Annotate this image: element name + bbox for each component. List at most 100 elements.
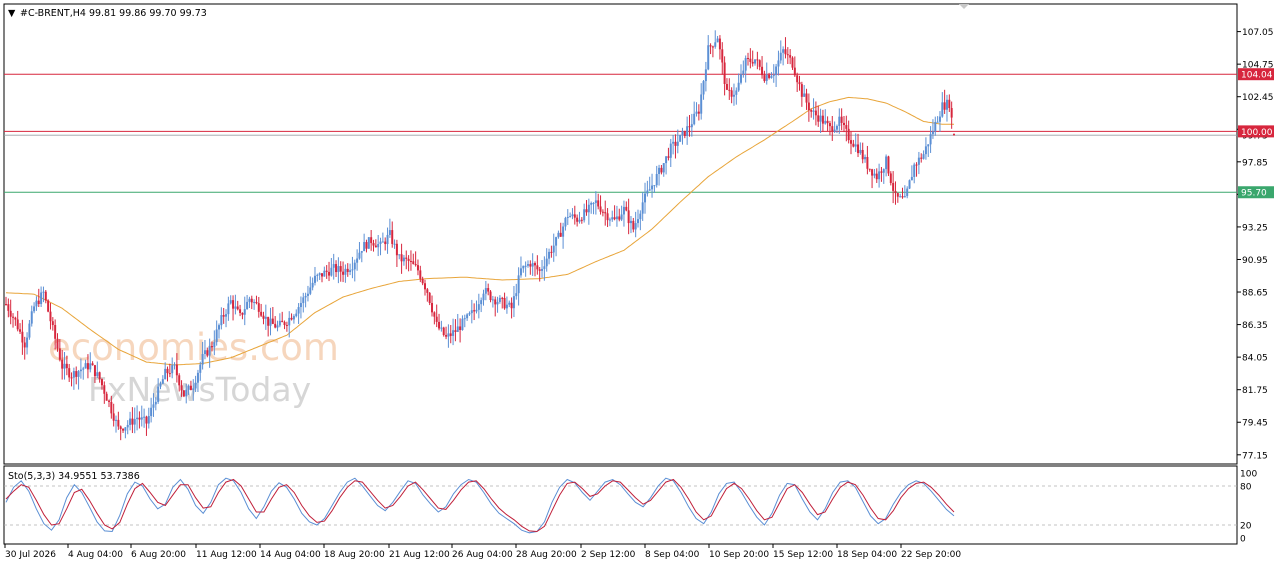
candle-body [646,190,649,194]
candle-body [51,321,54,326]
y-tick-label: 102.45 [1242,93,1274,103]
candle-body [234,306,237,309]
candle-body [573,214,576,218]
candle-body [475,309,478,312]
candle-body [222,315,225,317]
candle-body [28,323,31,338]
candle-body [534,263,537,266]
candle-body [910,176,913,181]
candle-body [894,190,897,194]
x-tick-label: 18 Sep 04:00 [837,550,897,560]
candle-body [674,141,677,146]
candle [887,155,890,176]
candle-body [842,122,845,126]
candle-body [622,206,625,215]
y-tick-label: 79.45 [1242,419,1268,429]
candle-body [569,216,572,218]
candle-body [105,393,108,401]
candle-body [103,385,106,394]
x-tick-label: 2 Sep 12:00 [581,550,636,560]
chart-header-arrow-icon[interactable]: ▼ [8,8,16,19]
candle-body [131,418,134,425]
candle-body [189,385,192,390]
candle-body [75,371,78,377]
candle-body [566,216,569,219]
candle-body [690,124,693,128]
candle-body [913,164,916,177]
candle-body [679,134,682,142]
x-tick-label: 6 Aug 20:00 [131,550,186,560]
candle-body [360,251,363,253]
candle-body [821,115,824,124]
candle-body [515,293,518,297]
candle-body [47,300,50,312]
candle-body [374,245,377,248]
candle-body [180,385,183,391]
candle-body [196,372,199,383]
candle-body [337,266,340,273]
candle-body [728,89,731,91]
candle-body [934,122,937,132]
indicator-frame [3,465,1238,545]
candle-body [454,330,457,332]
candle-body [445,335,448,337]
candle-body [775,66,778,76]
candle-body [555,237,558,246]
candle-body [866,156,869,169]
candle-body [466,314,469,319]
candle-body [5,304,7,306]
candle-body [835,126,838,130]
candle-body [100,379,103,386]
candle-body [58,348,61,360]
candle-body [433,312,436,317]
candle-body [407,258,410,261]
candle-body [484,288,487,294]
candle-body [168,373,171,375]
candle-body [297,307,300,314]
candle-body [416,265,419,271]
candle-body [232,300,235,309]
candle-body [402,257,405,262]
candle-body [269,318,272,326]
candle-body [725,83,728,90]
candle-body [880,171,883,173]
candle-body [953,134,955,136]
candle-body [557,232,560,238]
candle-body [136,417,139,420]
stochastic-axis-label: 20 [1240,522,1252,532]
candle-body [239,309,242,313]
candle-body [426,289,429,293]
candle-body [637,219,639,224]
candle-body [243,309,246,315]
candle-body [754,59,757,64]
candle-body [711,46,714,48]
x-tick-label: 22 Sep 20:00 [901,550,961,560]
candle-body [379,241,382,244]
candle-body [658,167,661,175]
candle-body [744,57,747,71]
candle-body [786,54,789,56]
candle-body [16,319,19,330]
candle-body [229,300,232,304]
candle-body [634,223,637,230]
candle-body [159,383,162,387]
candle-body [470,310,473,314]
candle-body [386,234,389,245]
symbol-ohlc-line: #C-BRENT,H4 99.81 99.86 99.70 99.73 [20,8,207,19]
candle-body [442,327,445,336]
candle-body [35,300,38,307]
candle-body [54,325,57,339]
candle-body [349,270,352,273]
candle-body [950,108,953,118]
x-tick-label: 26 Aug 04:00 [452,550,513,560]
candle-body [662,163,665,173]
x-tick-label: 10 Sep 20:00 [709,550,769,560]
candle-body [353,262,356,270]
candle-body [564,218,567,227]
candle-body [435,316,438,322]
candle-body [496,301,499,305]
candle-body [182,390,185,397]
y-tick-label: 77.15 [1242,451,1268,461]
candle-body [175,364,178,376]
candle-body [164,368,167,380]
